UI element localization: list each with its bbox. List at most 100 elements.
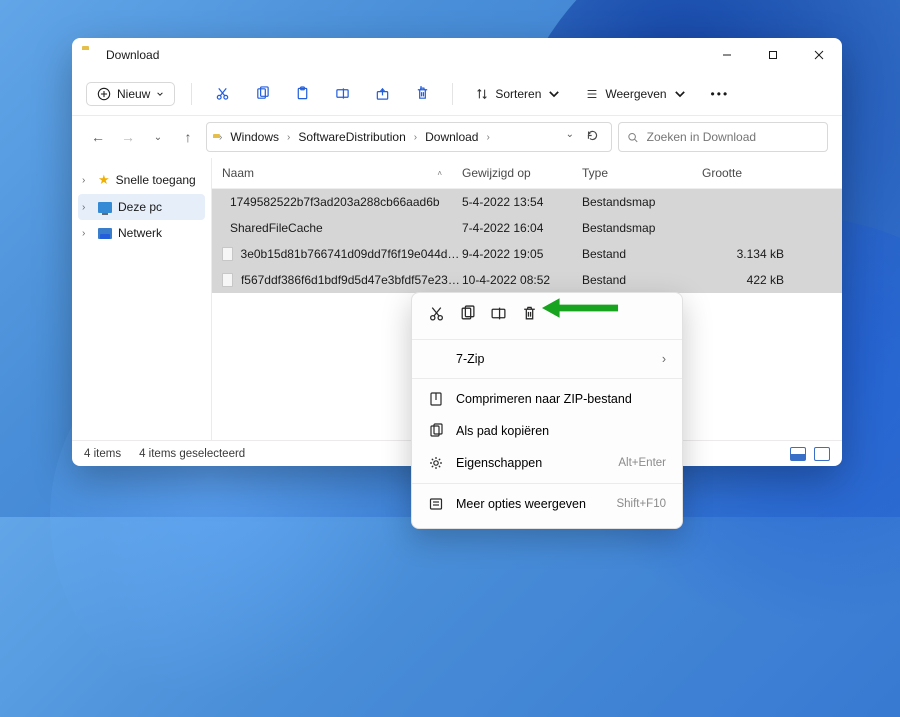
sort-indicator-icon: ˄ [437,169,442,178]
ctx-copy-button[interactable] [459,305,476,325]
copy-button[interactable] [248,86,276,101]
table-row[interactable]: 3e0b15d81b766741d09dd7f6f19e044db3625c29… [212,241,842,267]
address-bar[interactable]: › Windows › SoftwareDistribution › Downl… [206,122,612,152]
view-button-label: Weergeven [605,87,666,101]
col-modified[interactable]: Gewijzigd op [462,166,582,180]
chevron-right-icon: › [82,175,92,186]
crumb-sep-icon: › [412,132,419,143]
file-type: Bestand [582,273,702,287]
address-dropdown-button[interactable]: ⌄ [566,129,574,145]
ctx-item-accel: Shift+F10 [616,498,666,510]
new-button-label: Nieuw [117,87,150,101]
file-size: 422 kB [702,273,792,287]
search-box[interactable] [618,122,828,152]
file-modified: 9-4-2022 19:05 [462,247,582,261]
file-type: Bestand [582,247,702,261]
file-type: Bestandsmap [582,221,702,235]
cut-button[interactable] [208,86,236,101]
delete-button[interactable] [408,86,436,101]
col-size[interactable]: Grootte [702,166,792,180]
sort-button-label: Sorteren [495,87,541,101]
sidebar-item-label: Deze pc [118,200,162,214]
search-input[interactable] [647,130,819,144]
table-row[interactable]: 1749582522b7f3ad203a288cb66aad6b 5-4-2022… [212,189,842,215]
folder-icon [82,49,98,62]
new-button[interactable]: Nieuw [86,82,175,106]
context-menu: 7-Zip › Comprimeren naar ZIP-bestand Als… [411,292,683,529]
breadcrumb-segment[interactable]: Windows [228,130,281,144]
status-item-count: 4 items [84,448,121,460]
file-icon [222,273,233,287]
details-view-button[interactable] [790,447,806,461]
chevron-right-icon: › [82,202,92,213]
table-row[interactable]: f567ddf386f6d1bdf9d5d47e3bfdf57e23bba837… [212,267,842,293]
ctx-item-properties[interactable]: Eigenschappen Alt+Enter [412,447,682,479]
toolbar: Nieuw Sorteren Weergeven [72,72,842,116]
sort-button[interactable]: Sorteren [469,83,567,105]
recent-locations-button[interactable]: ⌄ [146,132,170,143]
ctx-item-more-options[interactable]: Meer opties weergeven Shift+F10 [412,488,682,520]
sidebar-item-network[interactable]: › Netwerk [78,220,205,246]
sidebar-item-label: Netwerk [118,226,162,240]
file-name: SharedFileCache [230,221,323,235]
ctx-item-compress-zip[interactable]: Comprimeren naar ZIP-bestand [412,383,682,415]
forward-button[interactable]: → [116,129,140,145]
maximize-button[interactable] [750,38,796,72]
column-headers[interactable]: Naam ˄ Gewijzigd op Type Grootte [212,158,842,189]
network-icon [98,228,112,239]
crumb-sep-icon: › [484,132,491,143]
ctx-item-label: Als pad kopiëren [456,424,666,438]
ctx-item-label: Eigenschappen [456,456,606,470]
table-row[interactable]: SharedFileCache7-4-2022 16:04Bestandsmap [212,215,842,241]
status-selected-count: 4 items geselecteerd [139,448,245,460]
chevron-right-icon: › [82,228,92,239]
ctx-item-copy-path[interactable]: Als pad kopiëren [412,415,682,447]
ctx-item-label: Meer opties weergeven [456,497,604,511]
ctx-item-accel: Alt+Enter [618,457,666,469]
refresh-button[interactable] [586,129,599,145]
breadcrumb-segment[interactable]: Download [423,130,480,144]
file-name: 1749582522b7f3ad203a288cb66aad6b [230,195,440,209]
file-icon [222,247,233,261]
file-name: f567ddf386f6d1bdf9d5d47e3bfdf57e23bba837 [241,273,462,287]
ctx-cut-button[interactable] [428,305,445,325]
rename-button[interactable] [328,86,356,101]
view-button[interactable]: Weergeven [579,83,692,105]
monitor-icon [98,202,112,213]
window-title: Download [106,48,159,62]
more-button[interactable]: ••• [705,83,736,105]
ctx-item-7zip[interactable]: 7-Zip › [412,344,682,374]
paste-button[interactable] [288,86,316,101]
thumbnails-view-button[interactable] [814,447,830,461]
search-icon [627,131,639,144]
file-modified: 5-4-2022 13:54 [462,195,582,209]
minimize-button[interactable] [704,38,750,72]
nav-row: ← → ⌄ ↑ › Windows › SoftwareDistribution… [72,116,842,158]
col-type[interactable]: Type [582,166,702,180]
back-button[interactable]: ← [86,129,110,145]
file-type: Bestandsmap [582,195,702,209]
ctx-item-label: 7-Zip [456,352,650,366]
file-name: 3e0b15d81b766741d09dd7f6f19e044db3625c29 [241,247,462,261]
crumb-sep-icon: › [285,132,292,143]
properties-icon [428,455,444,471]
file-size: 3.134 kB [702,247,792,261]
col-name[interactable]: Naam [222,166,254,180]
ctx-rename-button[interactable] [490,305,507,325]
close-button[interactable] [796,38,842,72]
more-options-icon [428,496,444,512]
up-button[interactable]: ↑ [176,129,200,145]
sidebar-item-quick-access[interactable]: › ★ Snelle toegang [78,166,205,194]
copy-path-icon [428,423,444,439]
chevron-right-icon: › [662,352,666,366]
sidebar-item-this-pc[interactable]: › Deze pc [78,194,205,220]
file-modified: 10-4-2022 08:52 [462,273,582,287]
share-button[interactable] [368,86,396,101]
breadcrumb-segment[interactable]: SoftwareDistribution [296,130,407,144]
zip-icon [428,391,444,407]
sidebar: › ★ Snelle toegang › Deze pc › Netwerk [72,158,212,440]
star-icon: ★ [98,172,110,188]
titlebar[interactable]: Download [72,38,842,72]
ctx-delete-button[interactable] [521,305,538,325]
ctx-item-label: Comprimeren naar ZIP-bestand [456,392,666,406]
